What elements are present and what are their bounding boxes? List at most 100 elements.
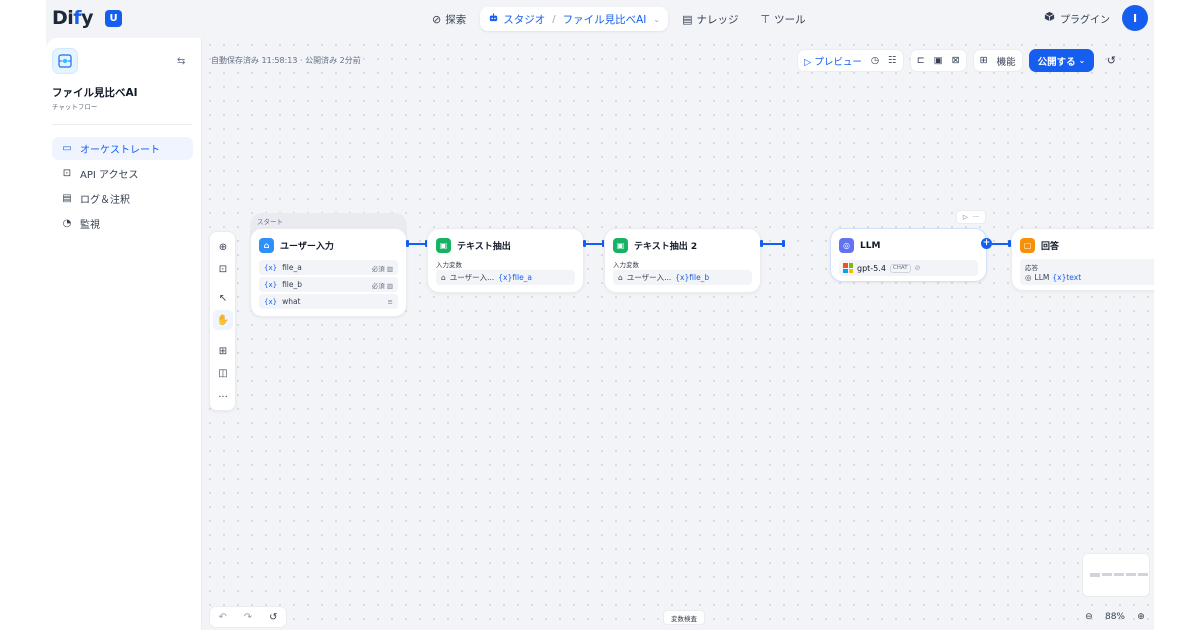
var-name: file_a bbox=[282, 263, 302, 272]
workspace-badge[interactable]: U bbox=[105, 10, 122, 27]
node-title: テキスト抽出 bbox=[457, 242, 511, 252]
text-extract-node-1[interactable]: ▣ テキスト抽出 入力変数 ⌂ ユーザー入... {x}file_a bbox=[427, 228, 584, 293]
undo-icon[interactable]: ↶ bbox=[218, 612, 226, 623]
model-name: gpt-5.4 bbox=[857, 263, 886, 273]
node-header: ▢ 回答 bbox=[1020, 238, 1059, 253]
input-var-ref[interactable]: ⌂ ユーザー入... {x}file_a bbox=[436, 270, 575, 285]
zoom-out-icon[interactable]: ⊖ bbox=[1085, 612, 1093, 622]
sidebar-item-api-access[interactable]: ⊡ API アクセス bbox=[52, 162, 193, 185]
top-header: Dify U ⊘ 探索 スタジオ / ファイル見比べAI ⌄ ▤ ナレッジ ⊤ bbox=[46, 0, 1154, 38]
add-node-icon[interactable]: ⊕ bbox=[213, 237, 233, 257]
home-icon: ⌂ bbox=[618, 273, 623, 282]
nav-explore-label: 探索 bbox=[445, 13, 467, 26]
file-icon: ▥ bbox=[386, 281, 393, 290]
sidebar-item-orchestrate[interactable]: ▭ オーケストレート bbox=[52, 137, 193, 160]
history-run-icon[interactable]: ◷ bbox=[871, 55, 879, 66]
add-note-icon[interactable]: ⊡ bbox=[213, 259, 233, 279]
input-var-row[interactable]: {x} file_b 必須 ▥ bbox=[259, 277, 398, 292]
breadcrumb-app-name[interactable]: ファイル見比べAI bbox=[563, 12, 647, 27]
play-icon[interactable]: ▷ bbox=[963, 213, 968, 221]
publish-button[interactable]: 公開する ⌄ bbox=[1028, 49, 1095, 72]
logo-text-c: y bbox=[81, 7, 93, 29]
node-header: ▣ テキスト抽出 2 bbox=[613, 238, 697, 253]
logo-text-a: Di bbox=[52, 7, 74, 29]
workflow-canvas[interactable]: 自動保存済み 11:58:13 · 公開済み 2分前 ▷ プレビュー ◷ ☷ ⊏… bbox=[203, 38, 1154, 630]
pointer-icon[interactable]: ↖ bbox=[213, 288, 233, 308]
grid-plus-icon: ⊞ bbox=[979, 55, 988, 66]
preview-button[interactable]: ▷ プレビュー bbox=[804, 54, 862, 68]
dify-logo[interactable]: Dify bbox=[52, 7, 93, 29]
nav-tools-label: ツール bbox=[774, 13, 806, 26]
undo-redo-bar: ↶ ↷ ↺ bbox=[209, 606, 287, 628]
play-icon: ▷ bbox=[804, 56, 812, 68]
sidebar-divider bbox=[52, 124, 192, 125]
text-extract-node-2[interactable]: ▣ テキスト抽出 2 入力変数 ⌂ ユーザー入... {x}file_b bbox=[604, 228, 761, 293]
history-icon[interactable]: ↺ bbox=[269, 612, 277, 623]
start-group-label: スタート bbox=[257, 218, 283, 226]
features-button[interactable]: ⊞ 機能 bbox=[972, 49, 1023, 72]
autosave-status: 自動保存済み 11:58:13 · 公開済み 2分前 bbox=[211, 56, 361, 65]
conversation-var-icon[interactable]: ⊏ bbox=[917, 55, 925, 66]
extract-doc-icon: ▣ bbox=[613, 238, 628, 253]
sidebar-item-monitoring[interactable]: ◔ 監視 bbox=[52, 212, 193, 235]
input-var-label: 入力変数 bbox=[436, 261, 462, 269]
answer-response[interactable]: 応答 ◎ LLM {x}text bbox=[1020, 259, 1154, 285]
var-required: 必須 ▥ bbox=[372, 263, 393, 273]
env-icon[interactable]: ▣ bbox=[934, 55, 943, 66]
cube-icon bbox=[1044, 11, 1055, 25]
edge-handle[interactable] bbox=[782, 240, 785, 247]
add-next-node-icon[interactable]: + bbox=[981, 238, 992, 249]
env-group: ⊏ ▣ ⊠ bbox=[909, 49, 967, 72]
sidebar-menu: ▭ オーケストレート ⊡ API アクセス ▤ ログ＆注釈 ◔ 監視 bbox=[52, 137, 193, 237]
preview-label: プレビュー bbox=[814, 56, 862, 68]
nav-explore[interactable]: ⊘ 探索 bbox=[424, 7, 474, 31]
canvas-minimap[interactable] bbox=[1082, 553, 1150, 597]
export-image-icon[interactable]: ◫ bbox=[213, 363, 233, 383]
answer-node[interactable]: ▢ 回答 応答 ◎ LLM {x}text bbox=[1011, 228, 1154, 291]
canvas-tool-palette: ⊕ ⊡ ↖ ✋ ⊞ ◫ ··· bbox=[209, 231, 236, 411]
edge-llm-answer bbox=[992, 243, 1009, 245]
zoom-in-icon[interactable]: ⊕ bbox=[1137, 612, 1145, 622]
nav-knowledge[interactable]: ▤ ナレッジ bbox=[674, 7, 746, 31]
variable-inspect-button[interactable]: 変数検査 bbox=[663, 610, 705, 625]
plugin-button[interactable]: プラグイン bbox=[1044, 11, 1110, 26]
node-header: ⌂ ユーザー入力 bbox=[259, 238, 334, 253]
more-icon[interactable]: ··· bbox=[973, 213, 979, 221]
model-settings-icon: ⊘ bbox=[914, 264, 921, 272]
publish-label: 公開する bbox=[1037, 56, 1076, 68]
user-input-node[interactable]: ⌂ ユーザー入力 {x} file_a 必須 ▥ {x} file_b 必須 ▥… bbox=[250, 228, 407, 317]
user-avatar[interactable]: I bbox=[1122, 5, 1148, 31]
organize-icon[interactable]: ⊞ bbox=[213, 341, 233, 361]
redo-icon[interactable]: ↷ bbox=[244, 612, 252, 623]
required-tag: 必須 bbox=[371, 281, 385, 290]
layout-icon: ▭ bbox=[62, 143, 72, 154]
node-title: ユーザー入力 bbox=[280, 242, 334, 252]
input-var-row[interactable]: {x} file_a 必須 ▥ bbox=[259, 260, 398, 275]
answer-label: 応答 bbox=[1025, 264, 1038, 272]
model-selector[interactable]: gpt-5.4 CHAT ⊘ bbox=[839, 260, 978, 276]
checklist-icon[interactable]: ☷ bbox=[888, 55, 897, 66]
nav-studio[interactable]: スタジオ / ファイル見比べAI ⌄ bbox=[480, 7, 669, 31]
chevron-down-icon[interactable]: ⌄ bbox=[653, 15, 660, 24]
text-lines-icon: ≡ bbox=[387, 297, 393, 306]
input-var-row[interactable]: {x} what ≡ bbox=[259, 294, 398, 309]
version-history-icon[interactable]: ↺ bbox=[1100, 49, 1122, 72]
more-icon[interactable]: ··· bbox=[213, 387, 233, 407]
input-var-ref[interactable]: ⌂ ユーザー入... {x}file_b bbox=[613, 270, 752, 285]
robot-icon bbox=[488, 12, 499, 26]
ref-var-name: {x}text bbox=[1052, 273, 1082, 282]
global-var-icon[interactable]: ⊠ bbox=[952, 55, 960, 66]
dify-app: Dify U ⊘ 探索 スタジオ / ファイル見比べAI ⌄ ▤ ナレッジ ⊤ bbox=[46, 0, 1154, 630]
sidebar-item-logs[interactable]: ▤ ログ＆注釈 bbox=[52, 187, 193, 210]
sidebar-collapse-icon[interactable]: ⇆ bbox=[177, 56, 185, 67]
llm-node[interactable]: ◎ LLM gpt-5.4 CHAT ⊘ bbox=[830, 228, 987, 282]
edge-extract1-extract2 bbox=[586, 243, 603, 245]
nav-tools[interactable]: ⊤ ツール bbox=[752, 7, 813, 31]
zoom-level[interactable]: 88% bbox=[1105, 612, 1125, 622]
zoom-controls: ⊖ 88% ⊕ bbox=[1079, 606, 1151, 628]
app-icon bbox=[52, 48, 78, 74]
variable-icon: {x} bbox=[264, 297, 278, 306]
edge-start-extract1 bbox=[409, 243, 426, 245]
hand-icon[interactable]: ✋ bbox=[213, 310, 233, 330]
book-icon: ▤ bbox=[682, 12, 693, 26]
